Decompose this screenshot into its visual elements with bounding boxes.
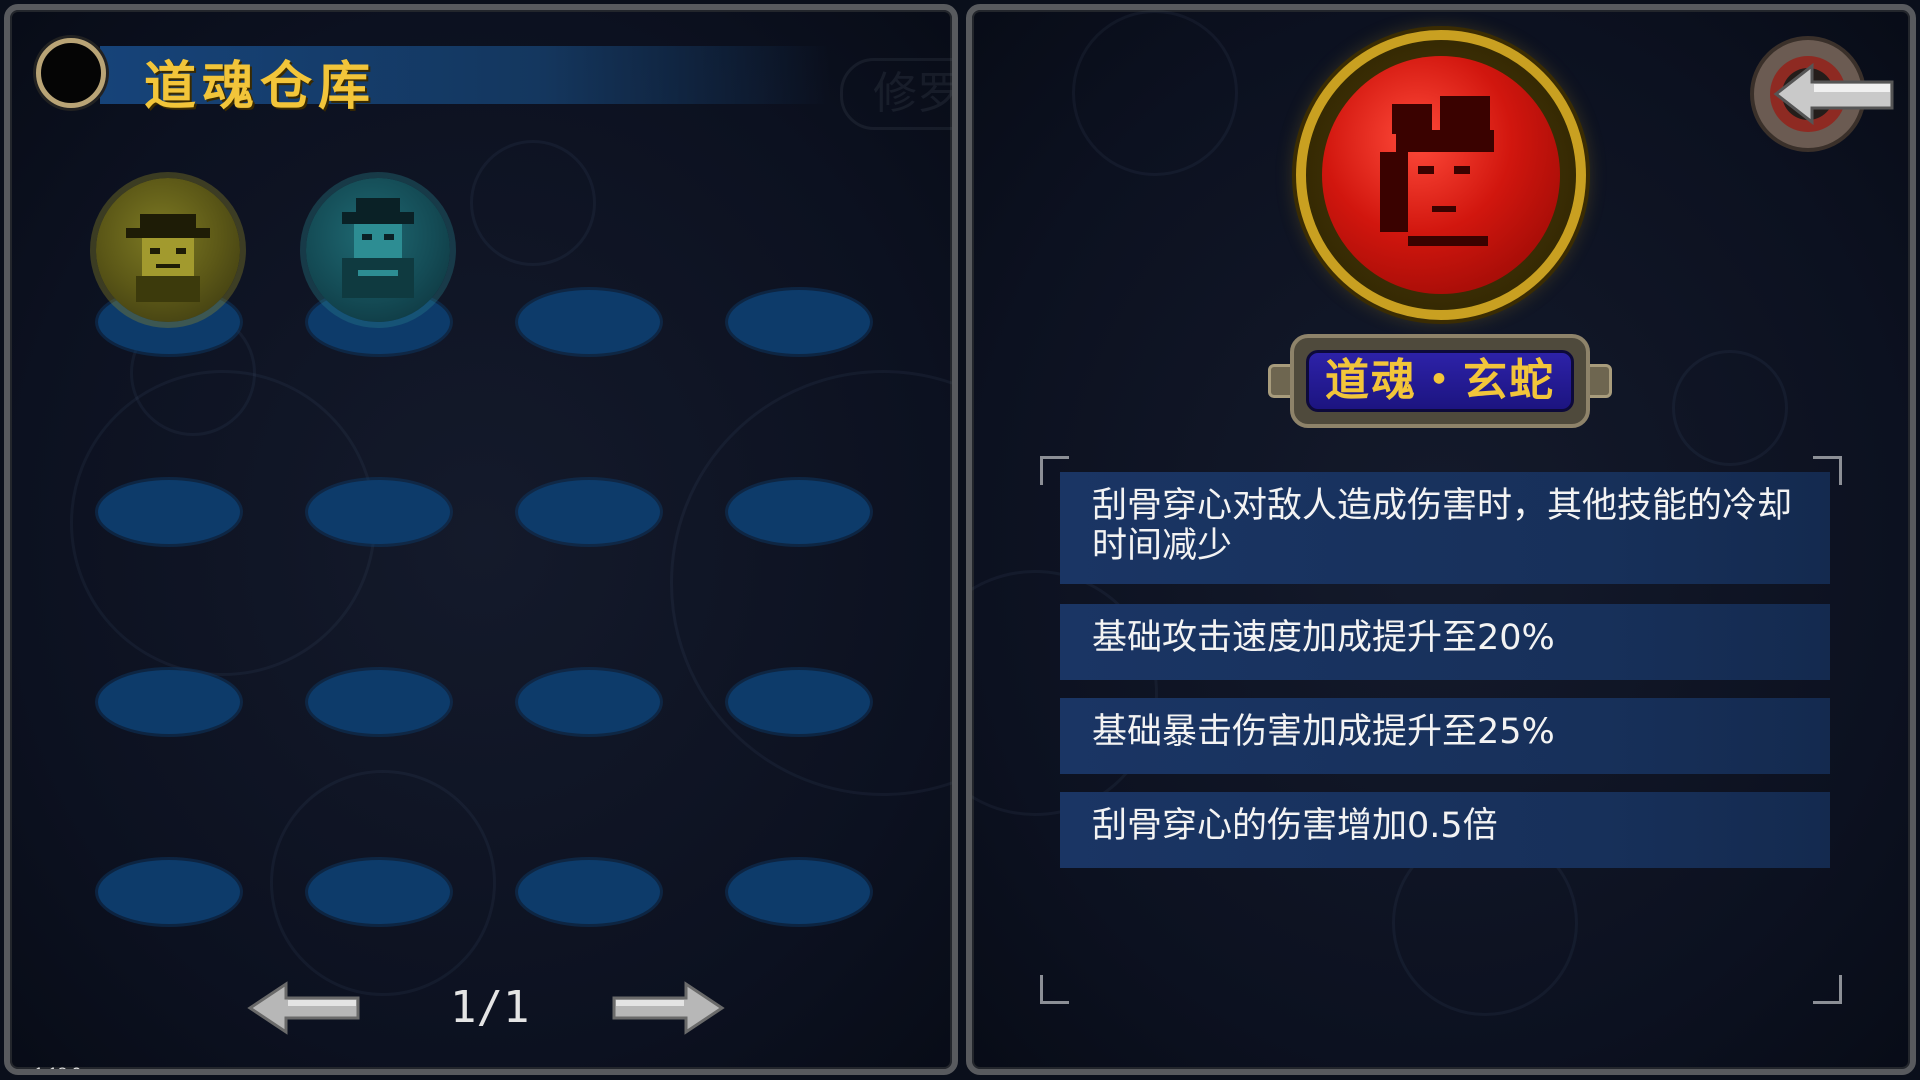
soul-emblem-core <box>1322 56 1560 294</box>
soul-name: 道魂・玄蛇 <box>1325 355 1555 406</box>
version-label: 1.18.0 <box>34 1064 82 1075</box>
effects-frame: 刮骨穿心对敌人造成伤害时，其他技能的冷却时间减少 基础攻击速度加成提升至20% … <box>1040 456 1842 1004</box>
soul-slot[interactable] <box>728 860 870 924</box>
soul-slot[interactable] <box>308 860 450 924</box>
soul-slot[interactable] <box>728 480 870 544</box>
soul-slot[interactable] <box>518 860 660 924</box>
soul-slot[interactable] <box>728 670 870 734</box>
serpent-soul-portrait-icon <box>1380 96 1494 246</box>
plate-frame: 道魂・玄蛇 <box>1290 334 1590 428</box>
plate-inner: 道魂・玄蛇 <box>1306 350 1574 412</box>
effect-item: 刮骨穿心对敌人造成伤害时，其他技能的冷却时间减少 <box>1060 472 1830 584</box>
soul-emblem <box>1296 30 1586 320</box>
soul-slot[interactable] <box>98 860 240 924</box>
soul-name-plate: 道魂・玄蛇 <box>1268 334 1612 428</box>
background-ring <box>1672 350 1788 466</box>
frame-corner <box>1813 975 1842 1004</box>
soul-slot[interactable] <box>518 290 660 354</box>
prev-page-button[interactable] <box>246 980 362 1036</box>
soul-slot[interactable] <box>308 670 450 734</box>
soul-slot[interactable] <box>518 670 660 734</box>
soul-slot[interactable] <box>518 480 660 544</box>
straw-hat-figure-icon <box>126 214 210 302</box>
effect-item: 刮骨穿心的伤害增加0.5倍 <box>1060 792 1830 868</box>
back-arrow-icon <box>1750 36 1894 152</box>
page-indicator: 1/1 <box>450 982 530 1033</box>
cyan-soul-orb[interactable] <box>306 178 450 322</box>
header-ring-icon <box>36 38 106 108</box>
soul-slot[interactable] <box>308 480 450 544</box>
effect-item: 基础暴击伤害加成提升至25% <box>1060 698 1830 774</box>
frame-corner <box>1040 975 1069 1004</box>
next-page-button[interactable] <box>610 980 726 1036</box>
panel-header: 道魂仓库 <box>36 38 830 117</box>
soul-slot[interactable] <box>98 670 240 734</box>
ghost-label: 修罗道之力 <box>840 58 952 130</box>
background-ring <box>470 140 596 266</box>
right-arrow-icon <box>612 981 725 1035</box>
soul-slot[interactable] <box>98 480 240 544</box>
background-ring <box>1072 10 1238 176</box>
soul-slot[interactable] <box>728 290 870 354</box>
hatted-figure-icon <box>342 198 414 298</box>
effect-item: 基础攻击速度加成提升至20% <box>1060 604 1830 680</box>
left-arrow-icon <box>247 981 360 1035</box>
soul-storage-panel: 修罗道之力 道魂仓库 <box>4 4 958 1075</box>
back-button[interactable] <box>1746 26 1896 162</box>
page-title: 道魂仓库 <box>144 57 377 117</box>
yellow-soul-orb[interactable] <box>96 178 240 322</box>
